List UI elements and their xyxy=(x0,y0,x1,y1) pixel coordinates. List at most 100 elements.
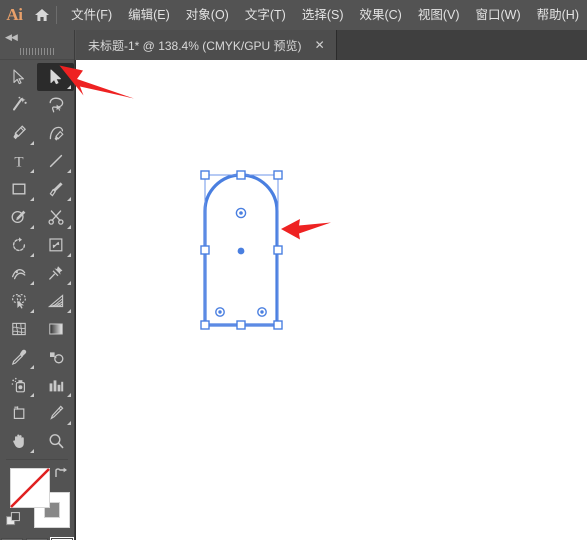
blend-icon xyxy=(49,352,63,364)
line-segment-icon xyxy=(49,154,62,168)
tool-flyout-indicator xyxy=(30,281,34,285)
tool-flyout-indicator xyxy=(67,393,71,397)
tool-flyout-indicator xyxy=(30,449,34,453)
grip-dots xyxy=(20,48,54,55)
slice-tool[interactable] xyxy=(37,399,74,427)
menu-file[interactable]: 文件(F) xyxy=(63,0,120,30)
collapse-panel-icon[interactable]: ◀◀ xyxy=(0,30,74,44)
menu-divider xyxy=(56,6,58,24)
menu-object[interactable]: 对象(O) xyxy=(178,0,237,30)
paintbrush-icon xyxy=(49,182,63,197)
selection-tool[interactable] xyxy=(0,63,37,91)
perspective-grid-icon xyxy=(47,294,63,308)
tool-flyout-indicator xyxy=(30,225,34,229)
type-tool[interactable]: T xyxy=(0,147,37,175)
mesh-icon xyxy=(11,322,26,336)
menu-bar: Ai 文件(F) 编辑(E) 对象(O) 文字(T) 选择(S) 效果(C) 视… xyxy=(0,0,587,30)
symbol-sprayer-tool[interactable] xyxy=(0,371,37,399)
rectangle-icon xyxy=(12,183,26,195)
tool-flyout-indicator xyxy=(30,365,34,369)
rotate-icon xyxy=(12,237,25,252)
tool-flyout-indicator xyxy=(67,197,71,201)
app-logo: Ai xyxy=(6,5,23,24)
swap-fill-stroke-icon[interactable] xyxy=(54,466,68,480)
menu-view[interactable]: 视图(V) xyxy=(410,0,468,30)
tool-flyout-indicator xyxy=(30,393,34,397)
toolbar-divider xyxy=(6,459,68,460)
document-tab[interactable]: 未标题-1* @ 138.4% (CMYK/GPU 预览) ✕ xyxy=(76,30,337,60)
symbol-sprayer-icon xyxy=(11,377,25,393)
magic-wand-icon xyxy=(12,96,27,111)
rectangle-tool[interactable] xyxy=(0,175,37,203)
eyedropper-icon xyxy=(11,349,26,366)
free-transform-tool[interactable] xyxy=(37,259,74,287)
pen-icon xyxy=(12,125,26,140)
default-fill-stroke-icon[interactable] xyxy=(6,512,21,527)
illustrator-window: Ai 文件(F) 编辑(E) 对象(O) 文字(T) 选择(S) 效果(C) 视… xyxy=(0,0,587,540)
document-tab-title: 未标题-1* @ 138.4% (CMYK/GPU 预览) xyxy=(88,38,302,53)
svg-text:T: T xyxy=(14,155,23,171)
arrow-outline-icon xyxy=(12,69,24,85)
mesh-tool[interactable] xyxy=(0,315,37,343)
close-icon[interactable]: ✕ xyxy=(312,37,328,53)
menu-effect[interactable]: 效果(C) xyxy=(351,0,409,30)
tool-flyout-indicator xyxy=(30,309,34,313)
eyedropper-tool[interactable] xyxy=(0,343,37,371)
lasso-icon xyxy=(49,97,63,113)
direct-selection-tool[interactable] xyxy=(37,63,74,91)
menu-edit[interactable]: 编辑(E) xyxy=(120,0,178,30)
shaper-tool[interactable] xyxy=(0,203,37,231)
rotate-tool[interactable] xyxy=(0,231,37,259)
menu-help[interactable]: 帮助(H) xyxy=(529,0,587,30)
magic-wand-tool[interactable] xyxy=(0,91,37,119)
tool-flyout-indicator xyxy=(67,169,71,173)
arrow-filled-icon xyxy=(50,69,61,85)
perspective-grid-tool[interactable] xyxy=(37,287,74,315)
curvature-tool[interactable] xyxy=(37,119,74,147)
shape-builder-icon xyxy=(11,293,26,309)
scissors-tool[interactable] xyxy=(37,203,74,231)
scissors-icon xyxy=(47,210,64,225)
tool-flyout-indicator xyxy=(67,253,71,257)
blend-tool[interactable] xyxy=(37,343,74,371)
width-tool[interactable] xyxy=(0,259,37,287)
bar-chart-icon xyxy=(49,380,63,392)
tool-flyout-indicator xyxy=(30,169,34,173)
canvas-left-border xyxy=(75,60,76,540)
tool-flyout-indicator xyxy=(67,421,71,425)
magnifier-icon xyxy=(48,434,63,449)
hand-icon xyxy=(12,434,24,448)
pen-tool[interactable] xyxy=(0,119,37,147)
paintbrush-tool[interactable] xyxy=(37,175,74,203)
gradient-icon xyxy=(48,323,63,335)
menu-window[interactable]: 窗口(W) xyxy=(468,0,529,30)
menu-type[interactable]: 文字(T) xyxy=(237,0,294,30)
pushpin-icon xyxy=(48,266,62,280)
fill-swatch[interactable] xyxy=(10,468,50,508)
none-diagonal-icon xyxy=(10,468,50,508)
home-icon[interactable] xyxy=(29,0,54,30)
shaper-pencil-icon xyxy=(11,210,25,224)
tool-flyout-indicator xyxy=(67,281,71,285)
zoom-tool[interactable] xyxy=(37,427,74,455)
tool-flyout-indicator xyxy=(30,141,34,145)
type-t-icon: T xyxy=(14,155,23,171)
width-warp-icon xyxy=(11,269,25,280)
panel-grip[interactable] xyxy=(0,44,74,60)
scale-tool[interactable] xyxy=(37,231,74,259)
column-graph-tool[interactable] xyxy=(37,371,74,399)
document-tab-bar: 未标题-1* @ 138.4% (CMYK/GPU 预览) ✕ xyxy=(76,30,587,60)
scale-icon xyxy=(48,238,62,252)
lasso-tool[interactable] xyxy=(37,91,74,119)
gradient-tool[interactable] xyxy=(37,315,74,343)
line-segment-tool[interactable] xyxy=(37,147,74,175)
artboard-tool[interactable] xyxy=(0,399,37,427)
slice-knife-icon xyxy=(49,405,63,420)
hand-tool[interactable] xyxy=(0,427,37,455)
artboard-icon xyxy=(13,406,24,419)
tool-flyout-indicator xyxy=(67,85,71,89)
tools-panel: ◀◀ T xyxy=(0,30,75,540)
shape-builder-tool[interactable] xyxy=(0,287,37,315)
menu-select[interactable]: 选择(S) xyxy=(294,0,352,30)
artboard-canvas[interactable] xyxy=(76,60,587,540)
